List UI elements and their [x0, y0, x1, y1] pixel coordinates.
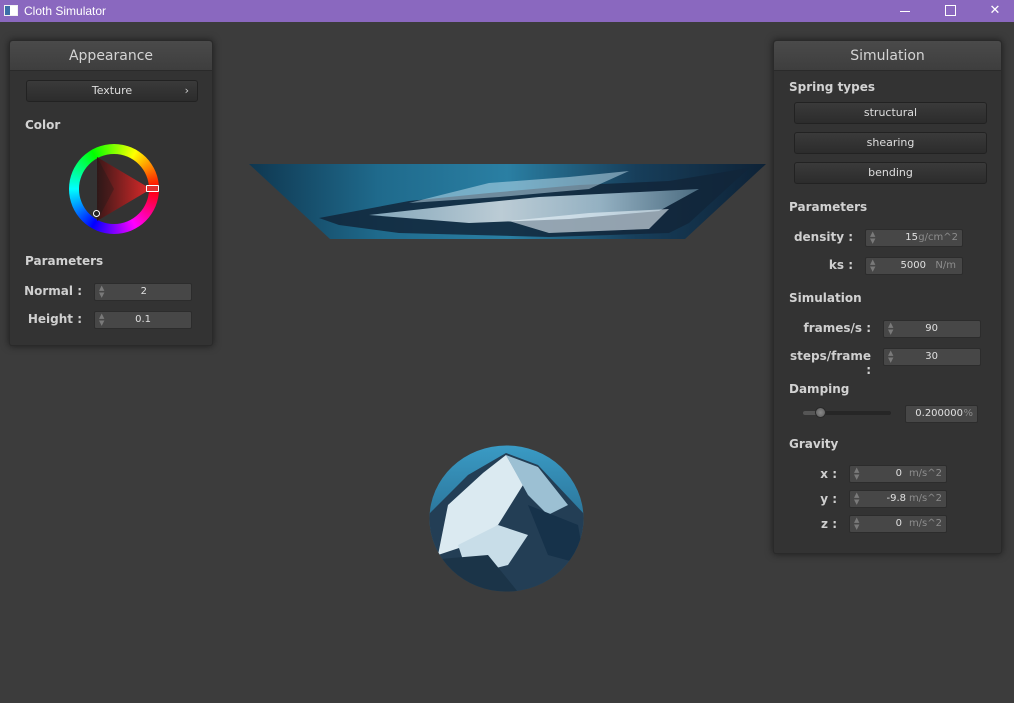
steps-per-frame-input[interactable]: ▲ ▼ 30	[883, 348, 981, 366]
appearance-parameters-label: Parameters	[25, 254, 104, 268]
ks-unit: N/m	[935, 260, 956, 271]
spinner-icon[interactable]: ▲ ▼	[870, 259, 876, 273]
damping-input[interactable]: 0.200000 %	[905, 405, 978, 423]
ks-input[interactable]: ▲ ▼ 5000 N/m	[865, 257, 963, 275]
damping-slider-knob[interactable]	[815, 407, 827, 418]
spinner-icon[interactable]: ▲ ▼	[854, 517, 860, 531]
frames-per-second-label: frames/s :	[803, 321, 871, 335]
gravity-label: Gravity	[789, 437, 839, 451]
spring-types-label: Spring types	[789, 80, 876, 94]
height-value: 0.1	[135, 314, 151, 325]
gravity-z-unit: m/s^2	[908, 518, 942, 529]
saturation-marker[interactable]	[93, 210, 100, 217]
appearance-panel: Appearance Texture › Color Parameters No…	[9, 40, 213, 346]
gravity-x-unit: m/s^2	[908, 468, 942, 479]
chevron-right-icon: ›	[184, 84, 189, 97]
simulation-panel: Simulation Spring types structural shear…	[773, 40, 1002, 554]
simulation-parameters-label: Parameters	[789, 200, 868, 214]
height-input[interactable]: ▲ ▼ 0.1	[94, 311, 192, 329]
shearing-button[interactable]: shearing	[794, 132, 987, 154]
title-bar: Cloth Simulator ✕	[0, 0, 1014, 22]
gravity-y-input[interactable]: ▲ ▼ -9.8 m/s^2	[849, 490, 947, 508]
minimize-button[interactable]	[882, 0, 928, 22]
maximize-button[interactable]	[927, 0, 973, 22]
spinner-icon[interactable]: ▲ ▼	[854, 467, 860, 481]
cloth-mesh[interactable]	[249, 163, 766, 240]
damping-unit: %	[963, 408, 973, 419]
texture-button[interactable]: Texture ›	[26, 80, 198, 102]
frames-per-second-value: 90	[925, 323, 938, 334]
density-input[interactable]: ▲ ▼ 15 g/cm^2	[865, 229, 963, 247]
spinner-icon[interactable]: ▲ ▼	[888, 322, 894, 336]
app-icon	[4, 5, 18, 16]
color-label: Color	[25, 118, 61, 132]
simulation-panel-title: Simulation	[774, 41, 1001, 71]
structural-button[interactable]: structural	[794, 102, 987, 124]
gravity-z-value: 0	[895, 518, 902, 529]
app-window: Cloth Simulator ✕ Appearance Texture › C…	[0, 0, 1014, 703]
gravity-x-label: x :	[820, 467, 837, 481]
damping-label: Damping	[789, 382, 850, 396]
hue-marker[interactable]	[146, 185, 159, 192]
steps-per-frame-label: steps/frame :	[789, 349, 871, 377]
steps-per-frame-value: 30	[925, 351, 938, 362]
density-unit: g/cm^2	[918, 232, 958, 243]
damping-value: 0.200000	[915, 408, 963, 419]
spinner-icon[interactable]: ▲ ▼	[870, 231, 876, 245]
gravity-y-value: -9.8	[886, 493, 906, 504]
gravity-z-label: z :	[821, 517, 837, 531]
simulation-section-label: Simulation	[789, 291, 862, 305]
texture-button-label: Texture	[91, 84, 133, 97]
spinner-icon[interactable]: ▲ ▼	[99, 313, 105, 327]
gravity-y-unit: m/s^2	[908, 493, 942, 504]
gravity-x-input[interactable]: ▲ ▼ 0 m/s^2	[849, 465, 947, 483]
density-value: 15	[905, 232, 918, 243]
bending-button[interactable]: bending	[794, 162, 987, 184]
sphere-object[interactable]	[428, 445, 585, 592]
spinner-icon[interactable]: ▲ ▼	[854, 492, 860, 506]
height-label: Height :	[27, 312, 82, 326]
window-title: Cloth Simulator	[24, 4, 107, 18]
close-button[interactable]: ✕	[972, 0, 1014, 22]
density-label: density :	[793, 230, 853, 244]
color-wheel[interactable]	[69, 144, 159, 234]
frames-per-second-input[interactable]: ▲ ▼ 90	[883, 320, 981, 338]
gravity-x-value: 0	[895, 468, 902, 479]
ks-value: 5000	[900, 260, 926, 271]
ks-label: ks :	[828, 258, 853, 272]
appearance-panel-title: Appearance	[10, 41, 212, 71]
gravity-z-input[interactable]: ▲ ▼ 0 m/s^2	[849, 515, 947, 533]
normal-input[interactable]: ▲ ▼ 2	[94, 283, 192, 301]
spinner-icon[interactable]: ▲ ▼	[888, 350, 894, 364]
normal-label: Normal :	[24, 284, 82, 298]
normal-value: 2	[140, 286, 147, 297]
gravity-y-label: y :	[820, 492, 837, 506]
spinner-icon[interactable]: ▲ ▼	[99, 285, 105, 299]
